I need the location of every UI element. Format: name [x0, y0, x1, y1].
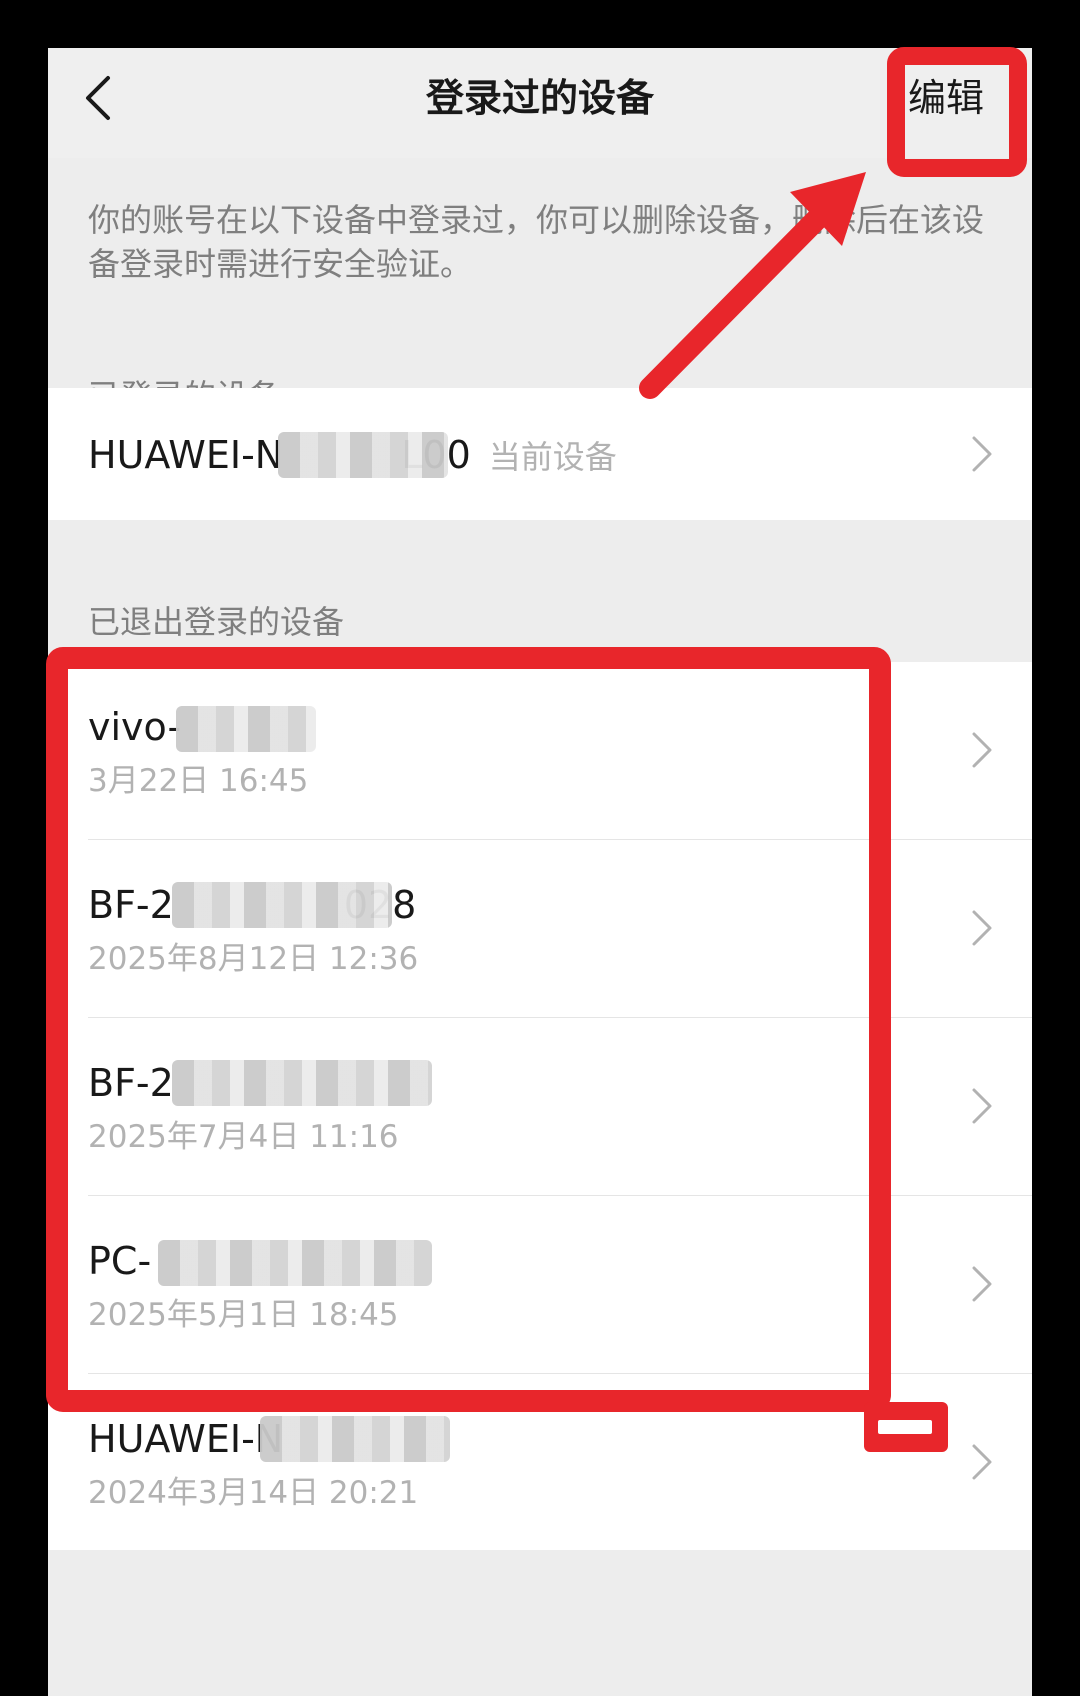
current-device-tag: 当前设备 — [488, 438, 617, 476]
chevron-right-icon — [972, 1088, 992, 1124]
device-row[interactable]: BF-2028 2025年8月12日 12:36 — [48, 840, 1032, 1018]
device-list-screen: 登录过的设备 编辑 你的账号在以下设备中登录过，你可以删除设备，删除后在该设备登… — [48, 48, 1032, 1696]
redacted-name-blur — [172, 882, 392, 928]
device-row[interactable]: HUAWEI-N 2024年3月14日 20:21 — [48, 1374, 1032, 1550]
logged-out-panel: vivo- 3月22日 16:45 BF-2028 2025年8月12日 12:… — [48, 662, 1032, 1550]
chevron-right-icon — [972, 1444, 992, 1480]
logged-out-section-label: 已退出登录的设备 — [88, 603, 345, 641]
redacted-name-blur — [172, 1060, 432, 1106]
redacted-name-blur — [278, 432, 448, 478]
device-name: BF-2 — [88, 1061, 174, 1105]
chevron-right-icon — [972, 732, 992, 768]
edit-button[interactable]: 编辑 — [908, 72, 984, 124]
device-row[interactable]: vivo- 3月22日 16:45 — [48, 662, 1032, 840]
chevron-right-icon — [972, 910, 992, 946]
device-name: HUAWEI-N — [88, 1417, 284, 1461]
device-name: PC- — [88, 1239, 152, 1283]
device-row[interactable]: PC- 2025年5月1日 18:45 — [48, 1196, 1032, 1374]
chevron-right-icon — [972, 436, 992, 472]
device-name: vivo- — [88, 705, 182, 749]
logged-in-panel: HUAWEI-NL00当前设备 — [48, 388, 1032, 520]
redacted-name-blur — [176, 706, 316, 752]
redacted-name-blur — [158, 1240, 432, 1286]
chevron-right-icon — [972, 1266, 992, 1302]
device-row-current[interactable]: HUAWEI-NL00当前设备 — [48, 388, 1032, 520]
device-time: 2025年5月1日 18:45 — [88, 1297, 399, 1333]
device-row[interactable]: BF-2 2025年7月4日 11:16 — [48, 1018, 1032, 1196]
redacted-name-blur — [260, 1416, 450, 1462]
device-time: 2025年8月12日 12:36 — [88, 941, 419, 977]
nav-header: 登录过的设备 编辑 — [48, 48, 1032, 158]
device-time: 2024年3月14日 20:21 — [88, 1475, 419, 1511]
page-title: 登录过的设备 — [425, 76, 654, 120]
intro-text: 你的账号在以下设备中登录过，你可以删除设备，删除后在该设备登录时需进行安全验证。 — [88, 201, 985, 283]
device-time: 3月22日 16:45 — [88, 763, 309, 799]
device-time: 2025年7月4日 11:16 — [88, 1119, 399, 1155]
